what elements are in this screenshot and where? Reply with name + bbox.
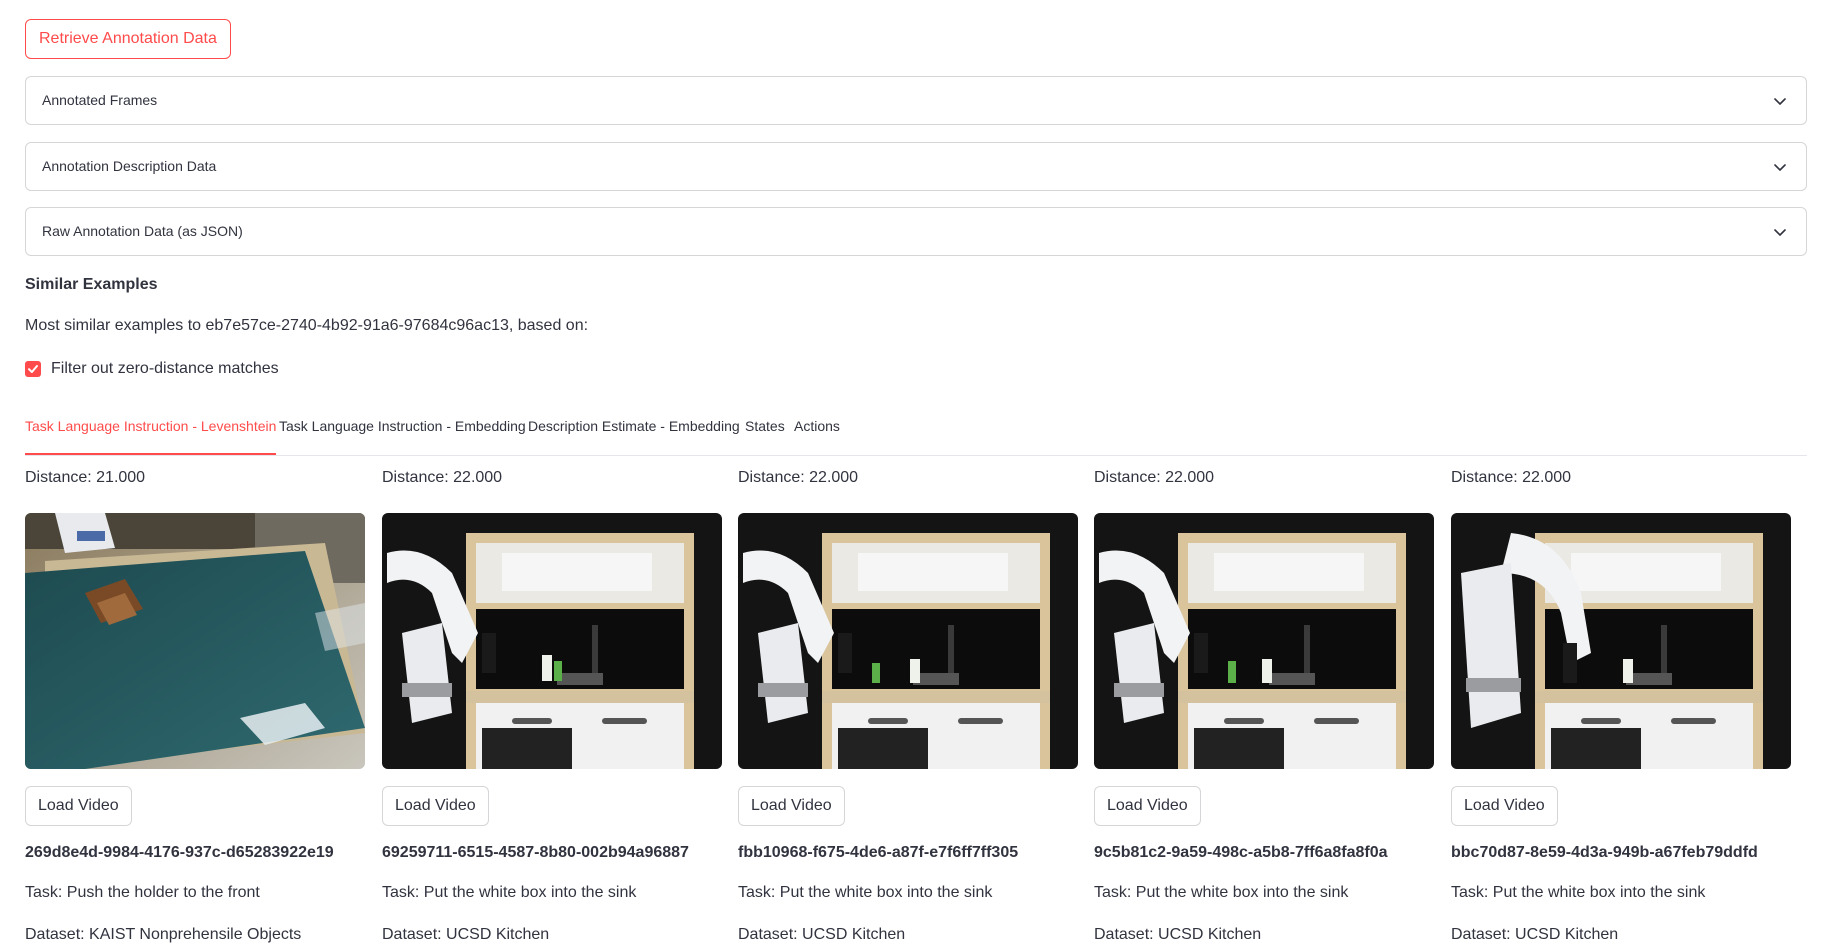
dataset-text: Dataset: UCSD Kitchen [1094,926,1262,943]
distance-label: Distance: 22.000 [1451,469,1572,486]
load-video-button[interactable]: Load Video [25,786,132,826]
distance-label: Distance: 21.000 [25,469,146,486]
thumbnail-image [738,513,1078,769]
distance-label: Distance: 22.000 [738,469,859,486]
episode-id: 269d8e4d-9984-4176-937c-d65283922e19 [25,844,334,861]
thumbnail-image [25,513,365,769]
tab-description-embedding[interactable]: Description Estimate - Embedding [528,405,740,453]
episode-id: fbb10968-f675-4de6-a87f-e7f6ff7ff305 [738,844,1019,861]
thumbnail-image [382,513,722,769]
task-text: Task: Push the holder to the front [25,884,260,901]
tab-states[interactable]: States [745,405,785,453]
similar-subtext: Most similar examples to eb7e57ce-2740-4… [25,317,589,334]
chevron-down-icon [1774,164,1786,171]
dataset-text: Dataset: UCSD Kitchen [382,926,550,943]
load-video-button[interactable]: Load Video [1094,786,1201,826]
expander-label: Annotation Description Data [42,158,217,174]
section-heading: Similar Examples [25,276,158,293]
thumbnail-image [1451,513,1791,769]
expander-label: Annotated Frames [42,92,158,108]
similarity-tabs: Task Language Instruction - Levenshtein … [25,405,1807,456]
load-video-button[interactable]: Load Video [1451,786,1558,826]
filter-zero-distance-checkbox[interactable]: Filter out zero-distance matches [25,357,279,381]
tab-actions[interactable]: Actions [794,405,840,453]
chevron-down-icon [1774,229,1786,236]
task-text: Task: Put the white box into the sink [382,884,637,901]
retrieve-annotation-button[interactable]: Retrieve Annotation Data [25,19,231,59]
load-video-button[interactable]: Load Video [738,786,845,826]
checkbox-label: Filter out zero-distance matches [51,360,279,377]
checkbox-checked-icon[interactable] [25,361,41,377]
task-text: Task: Put the white box into the sink [738,884,993,901]
dataset-text: Dataset: KAIST Nonprehensile Objects [25,926,302,943]
thumbnail-image [1094,513,1434,769]
episode-id: 9c5b81c2-9a59-498c-a5b8-7ff6a8fa8f0a [1094,844,1388,861]
expander-annotated-frames[interactable]: Annotated Frames [25,76,1807,125]
task-text: Task: Put the white box into the sink [1094,884,1349,901]
dataset-text: Dataset: UCSD Kitchen [1451,926,1619,943]
expander-label: Raw Annotation Data (as JSON) [42,223,243,239]
episode-id: bbc70d87-8e59-4d3a-949b-a67feb79ddfd [1451,844,1758,861]
tab-task-levenshtein[interactable]: Task Language Instruction - Levenshtein [25,405,277,455]
expander-annotation-description[interactable]: Annotation Description Data [25,142,1807,191]
distance-label: Distance: 22.000 [382,469,503,486]
dataset-text: Dataset: UCSD Kitchen [738,926,906,943]
main-content: Retrieve Annotation Data Annotated Frame… [25,19,1807,943]
episode-id: 69259711-6515-4587-8b80-002b94a96887 [382,844,689,861]
tab-task-embedding[interactable]: Task Language Instruction - Embedding [279,405,526,453]
chevron-down-icon [1774,98,1786,105]
task-text: Task: Put the white box into the sink [1451,884,1706,901]
distance-label: Distance: 22.000 [1094,469,1215,486]
expander-raw-annotation-json[interactable]: Raw Annotation Data (as JSON) [25,207,1807,256]
load-video-button[interactable]: Load Video [382,786,489,826]
